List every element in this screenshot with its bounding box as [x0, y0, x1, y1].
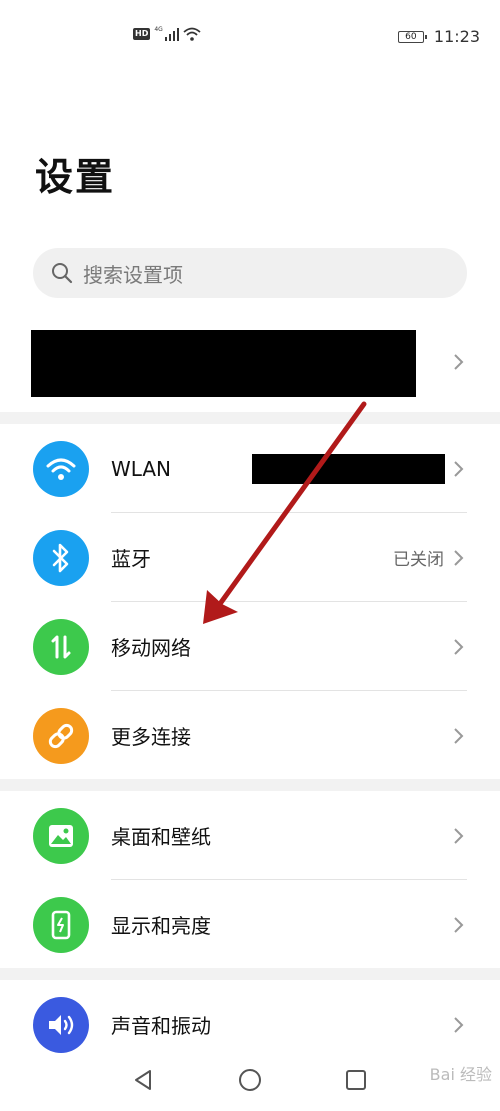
chevron-right-icon	[454, 828, 464, 844]
wifi-status-icon	[183, 27, 201, 41]
settings-row-more-connections[interactable]: 更多连接	[0, 691, 500, 780]
section-gap	[0, 412, 500, 424]
recents-button[interactable]	[341, 1065, 371, 1095]
back-triangle-icon	[135, 1070, 151, 1090]
hd-badge: HD	[133, 28, 151, 40]
wallpaper-icon	[33, 808, 89, 864]
mobile-network-label: 移动网络	[111, 636, 191, 660]
settings-row-wlan[interactable]: WLAN	[0, 424, 500, 513]
section-gap	[0, 968, 500, 980]
battery-level: 60	[405, 31, 417, 42]
settings-row-wallpaper[interactable]: 桌面和壁纸	[0, 791, 500, 880]
search-placeholder: 搜索设置项	[83, 262, 183, 287]
signal-icon	[164, 27, 179, 41]
chevron-right-icon	[454, 354, 464, 370]
redacted-wlan-ssid	[252, 454, 445, 484]
status-icons-right: 60 11:23	[397, 27, 480, 46]
wallpaper-label: 桌面和壁纸	[111, 825, 211, 849]
watermark: Bai 经验	[429, 1065, 492, 1084]
chevron-right-icon	[454, 917, 464, 933]
link-icon	[33, 708, 89, 764]
clock: 11:23	[433, 27, 480, 46]
mobile-data-icon	[33, 619, 89, 675]
chevron-right-icon	[454, 728, 464, 744]
account-row[interactable]	[0, 320, 500, 410]
bluetooth-icon	[33, 530, 89, 586]
volume-icon	[33, 997, 89, 1053]
redacted-account-name	[31, 330, 416, 397]
status-bar: HD 4G 60 11:23	[0, 0, 500, 70]
chevron-right-icon	[454, 639, 464, 655]
battery-icon: 60	[397, 30, 427, 43]
status-icons-left: HD 4G	[133, 25, 201, 41]
display-icon	[33, 897, 89, 953]
display-label: 显示和亮度	[111, 914, 211, 938]
chevron-right-icon	[454, 461, 464, 477]
settings-row-bluetooth[interactable]: 蓝牙 已关闭	[0, 513, 500, 602]
section-gap	[0, 779, 500, 791]
bluetooth-status: 已关闭	[393, 550, 444, 570]
bluetooth-label: 蓝牙	[111, 547, 151, 571]
chevron-right-icon	[454, 550, 464, 566]
back-button[interactable]	[128, 1065, 158, 1095]
home-button[interactable]	[235, 1065, 265, 1095]
chevron-right-icon	[454, 1017, 464, 1033]
settings-row-mobile-network[interactable]: 移动网络	[0, 602, 500, 691]
more-connections-label: 更多连接	[111, 725, 191, 749]
settings-row-display[interactable]: 显示和亮度	[0, 880, 500, 969]
navigation-bar: Bai 经验	[0, 1053, 500, 1111]
wlan-label: WLAN	[111, 456, 172, 481]
recents-square-icon	[346, 1070, 366, 1090]
page-title: 设置	[35, 155, 116, 199]
search-bar[interactable]: 搜索设置项	[33, 248, 467, 298]
network-type: 4G	[154, 25, 163, 33]
home-circle-icon	[239, 1069, 261, 1091]
wifi-icon	[33, 441, 89, 497]
search-icon	[52, 263, 73, 284]
